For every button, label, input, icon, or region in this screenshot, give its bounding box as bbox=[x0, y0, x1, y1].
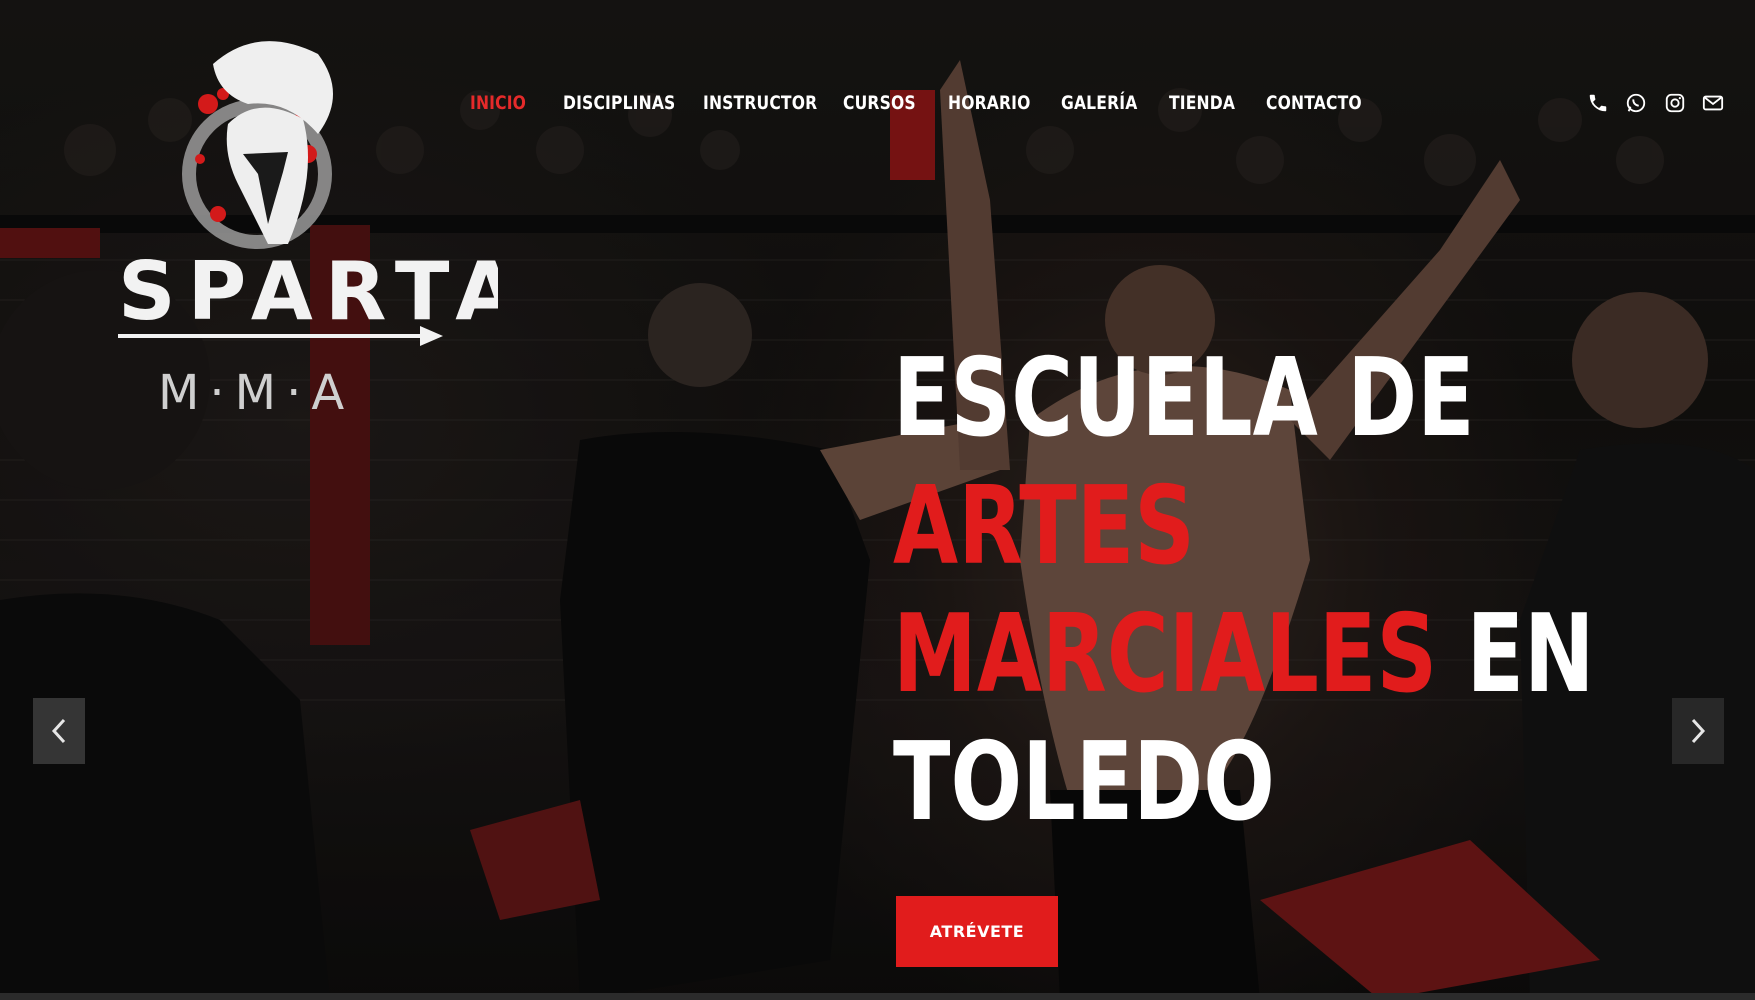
nav-cursos[interactable]: CURSOS bbox=[843, 92, 916, 114]
mail-icon[interactable] bbox=[1702, 92, 1724, 118]
chevron-right-icon bbox=[1691, 718, 1706, 744]
headline-red-word: MARCIALES bbox=[893, 592, 1438, 717]
page-bottom-edge bbox=[0, 993, 1755, 1000]
nav-galeria[interactable]: GALERÍA bbox=[1061, 92, 1137, 114]
atrevete-button[interactable]: ATRÉVETE bbox=[896, 896, 1058, 967]
nav-horario[interactable]: HORARIO bbox=[948, 92, 1031, 114]
headline-line-2: ARTES bbox=[893, 464, 1195, 589]
nav-tienda[interactable]: TIENDA bbox=[1169, 92, 1235, 114]
chevron-left-icon bbox=[51, 718, 66, 744]
sparta-mma-logo[interactable]: SPARTA M·M·A bbox=[118, 24, 498, 419]
slider-prev-button[interactable] bbox=[33, 698, 85, 764]
slider-next-button[interactable] bbox=[1672, 698, 1724, 764]
nav-contacto[interactable]: CONTACTO bbox=[1266, 92, 1362, 114]
headline-line-3: MARCIALES EN bbox=[893, 591, 1595, 719]
logo-wordmark: SPARTA bbox=[118, 245, 498, 338]
nav-instructor[interactable]: INSTRUCTOR bbox=[703, 92, 817, 114]
logo-submark: M·M·A bbox=[158, 365, 354, 419]
nav-inicio[interactable]: INICIO bbox=[470, 92, 526, 114]
phone-icon[interactable] bbox=[1587, 92, 1609, 118]
headline-white-word: EN bbox=[1437, 592, 1595, 717]
hero-slider: SPARTA M·M·A INICIO DISCIPLINAS INSTRUCT… bbox=[0, 0, 1755, 1000]
headline-line-4: TOLEDO bbox=[893, 720, 1275, 845]
whatsapp-icon[interactable] bbox=[1625, 92, 1647, 118]
instagram-icon[interactable] bbox=[1664, 92, 1686, 118]
headline-line-1: ESCUELA DE bbox=[893, 336, 1475, 461]
hero-headline: ESCUELA DE ARTES MARCIALES EN TOLEDO bbox=[893, 335, 1595, 847]
nav-disciplinas[interactable]: DISCIPLINAS bbox=[563, 92, 675, 114]
